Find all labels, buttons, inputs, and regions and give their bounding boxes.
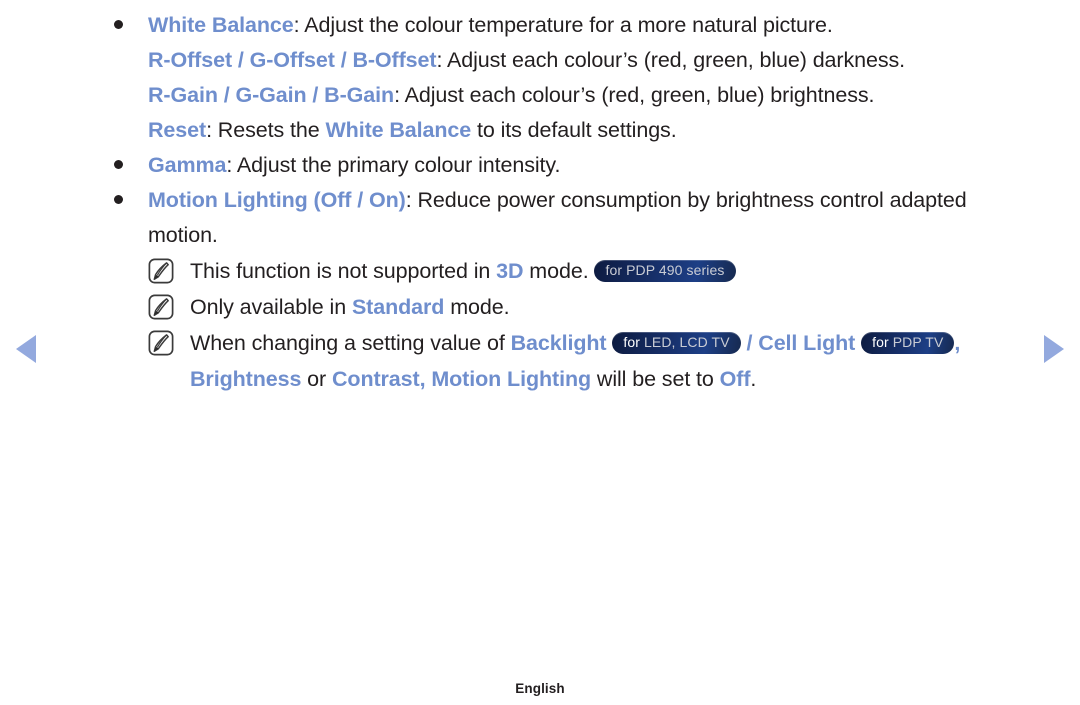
highlighted-term: Motion Lighting (Off / On) bbox=[148, 188, 406, 212]
body-text: : Adjust the colour temperature for a mo… bbox=[293, 13, 833, 37]
highlighted-term: White Balance bbox=[148, 13, 294, 37]
note-pencil-icon bbox=[148, 258, 174, 284]
highlighted-term: R-Gain / G-Gain / B-Gain bbox=[148, 83, 395, 107]
body-text: or bbox=[301, 367, 332, 391]
highlighted-term: / Cell Light bbox=[746, 331, 856, 355]
highlighted-term: Motion Lighting bbox=[431, 367, 592, 391]
body-text: mode. bbox=[523, 259, 595, 283]
bullet-dot-shape bbox=[114, 194, 123, 204]
manual-page: White Balance: Adjust the colour tempera… bbox=[0, 0, 1080, 705]
highlighted-term: Backlight bbox=[510, 331, 607, 355]
highlighted-term: Contrast bbox=[331, 367, 420, 391]
triangle-right-icon[interactable] bbox=[1044, 335, 1064, 363]
note-item: This function is not supported in 3D mod… bbox=[106, 253, 1036, 289]
list-item: Gamma: Adjust the primary colour intensi… bbox=[106, 148, 1036, 183]
highlighted-term: 3D bbox=[496, 259, 524, 283]
model-badge-label: for PDP 490 series bbox=[605, 262, 725, 278]
content-area: White Balance: Adjust the colour tempera… bbox=[106, 8, 1036, 397]
body-text: to its default settings. bbox=[471, 118, 677, 142]
bullet-dot-icon bbox=[106, 183, 148, 218]
highlighted-term: Brightness bbox=[190, 367, 302, 391]
list-item-text: Motion Lighting (Off / On): Reduce power… bbox=[148, 183, 1036, 253]
list-item-text: Reset: Resets the White Balance to its d… bbox=[148, 113, 1036, 148]
list-item: Reset: Resets the White Balance to its d… bbox=[106, 113, 1036, 148]
page-language-label: English bbox=[515, 681, 565, 696]
model-badge-prefix: for bbox=[623, 334, 644, 350]
body-text: . bbox=[750, 367, 757, 391]
list-item: Motion Lighting (Off / On): Reduce power… bbox=[106, 183, 1036, 253]
body-text: Only available in bbox=[190, 295, 352, 319]
bullet-dot-shape bbox=[114, 19, 123, 29]
model-badge: for PDP TV bbox=[861, 332, 955, 354]
body-text: This function is not supported in bbox=[190, 259, 497, 283]
highlighted-term: , bbox=[954, 331, 961, 355]
highlighted-term: R-Offset / G-Offset / B-Offset bbox=[148, 48, 437, 72]
highlighted-term: , bbox=[419, 367, 432, 391]
model-badge-label: LED, LCD TV bbox=[644, 334, 730, 350]
highlighted-term: Standard bbox=[351, 295, 445, 319]
highlighted-term: Gamma bbox=[148, 153, 227, 177]
body-text: mode. bbox=[444, 295, 510, 319]
body-text: : Adjust the primary colour intensity. bbox=[226, 153, 561, 177]
model-badge: for LED, LCD TV bbox=[612, 332, 741, 354]
bullet-dot-icon bbox=[106, 148, 148, 183]
model-badge-prefix: for bbox=[872, 334, 893, 350]
body-text: : Resets the bbox=[206, 118, 326, 142]
note-item: Only available in Standard mode. bbox=[106, 289, 1036, 325]
bullet-list: White Balance: Adjust the colour tempera… bbox=[106, 8, 1036, 253]
list-item-text: White Balance: Adjust the colour tempera… bbox=[148, 8, 1036, 43]
bullet-dot-icon bbox=[106, 8, 148, 43]
model-badge: for PDP 490 series bbox=[594, 260, 736, 282]
note-pencil-icon bbox=[148, 294, 174, 320]
bullet-dot-shape bbox=[114, 159, 123, 169]
triangle-left-icon[interactable] bbox=[16, 335, 36, 363]
body-text: : Adjust each colour’s (red, green, blue… bbox=[394, 83, 875, 107]
list-item: R-Offset / G-Offset / B-Offset: Adjust e… bbox=[106, 43, 1036, 78]
list-item-text: R-Offset / G-Offset / B-Offset: Adjust e… bbox=[148, 43, 1036, 78]
body-text: When changing a setting value of bbox=[190, 331, 511, 355]
highlighted-term: White Balance bbox=[325, 118, 472, 142]
highlighted-term: Reset bbox=[148, 118, 207, 142]
list-item-text: R-Gain / G-Gain / B-Gain: Adjust each co… bbox=[148, 78, 1036, 113]
note-item-text: When changing a setting value of Backlig… bbox=[190, 325, 1036, 397]
highlighted-term: Off bbox=[719, 367, 751, 391]
body-text: will be set to bbox=[591, 367, 720, 391]
list-item: R-Gain / G-Gain / B-Gain: Adjust each co… bbox=[106, 78, 1036, 113]
note-pencil-icon bbox=[148, 330, 174, 356]
body-text: : Adjust each colour’s (red, green, blue… bbox=[436, 48, 906, 72]
note-list: This function is not supported in 3D mod… bbox=[106, 253, 1036, 397]
note-item-text: This function is not supported in 3D mod… bbox=[190, 253, 1036, 289]
note-item: When changing a setting value of Backlig… bbox=[106, 325, 1036, 397]
note-item-text: Only available in Standard mode. bbox=[190, 289, 1036, 325]
list-item: White Balance: Adjust the colour tempera… bbox=[106, 8, 1036, 43]
model-badge-label: PDP TV bbox=[892, 334, 944, 350]
list-item-text: Gamma: Adjust the primary colour intensi… bbox=[148, 148, 1036, 183]
